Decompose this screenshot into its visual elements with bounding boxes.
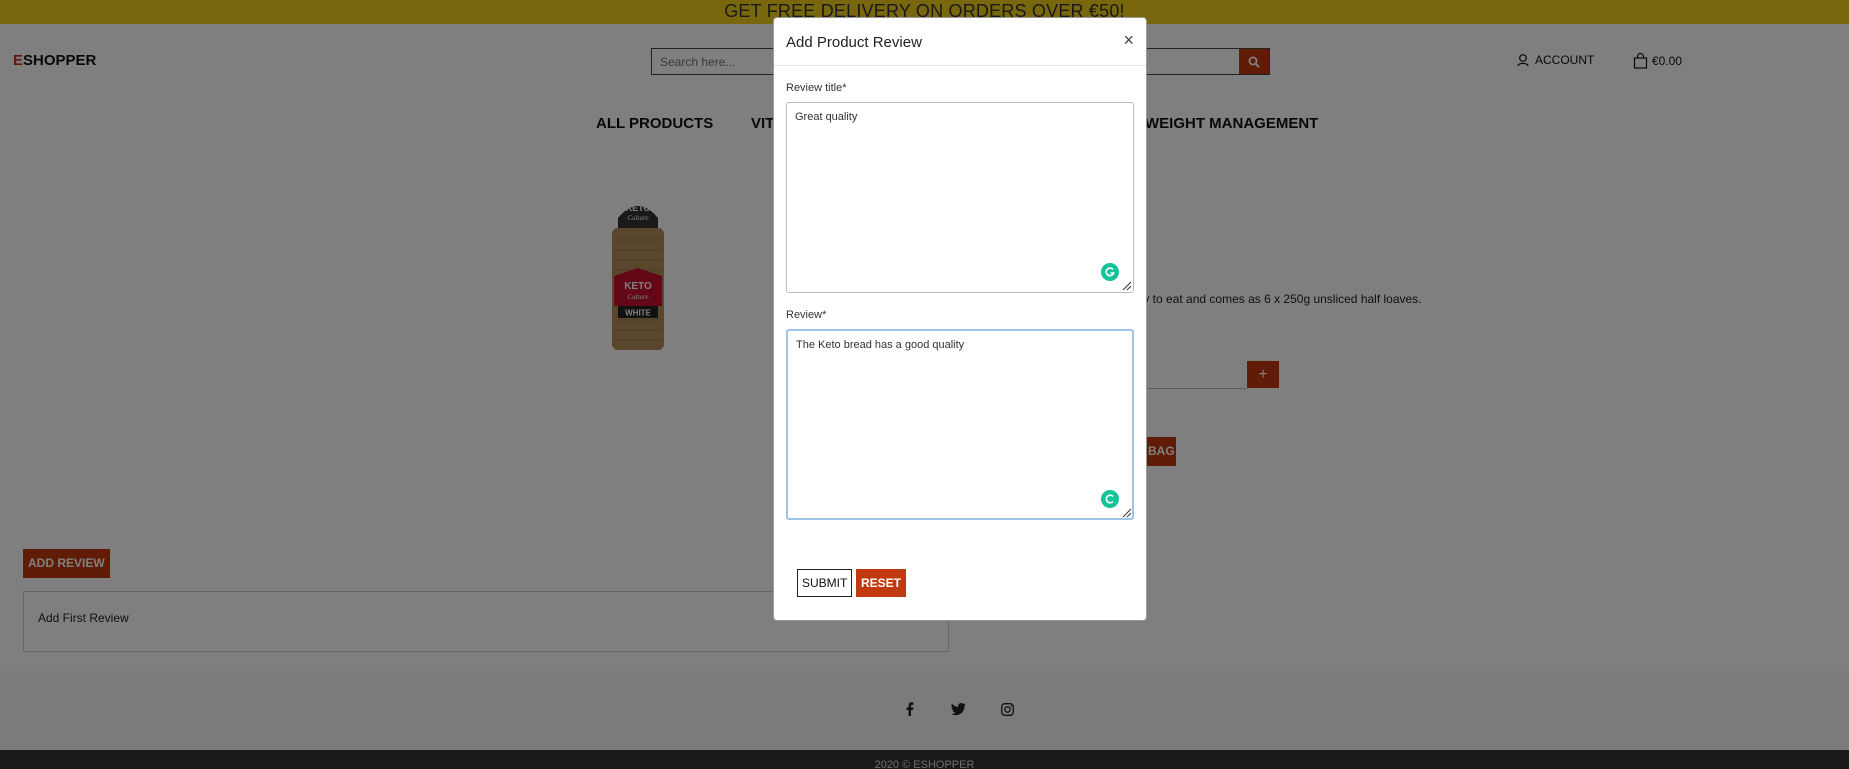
review-body-field[interactable]: The Keto bread has a good quality — [786, 329, 1134, 520]
submit-button[interactable]: SUBMIT — [797, 569, 853, 597]
close-icon[interactable]: × — [1123, 31, 1134, 49]
review-body-label: Review* — [786, 309, 827, 321]
add-review-modal: Add Product Review × Review title* Great… — [773, 17, 1147, 621]
modal-title: Add Product Review — [786, 34, 922, 51]
modal-header: Add Product Review × — [774, 18, 1146, 66]
resize-handle-icon[interactable] — [1122, 281, 1132, 291]
review-title-field[interactable]: Great quality — [786, 102, 1134, 293]
resize-handle-icon[interactable] — [1122, 508, 1132, 518]
grammarly-icon[interactable] — [1101, 263, 1119, 281]
grammarly-icon[interactable] — [1101, 490, 1119, 508]
review-title-label: Review title* — [786, 82, 847, 94]
reset-button[interactable]: RESET — [856, 569, 907, 597]
